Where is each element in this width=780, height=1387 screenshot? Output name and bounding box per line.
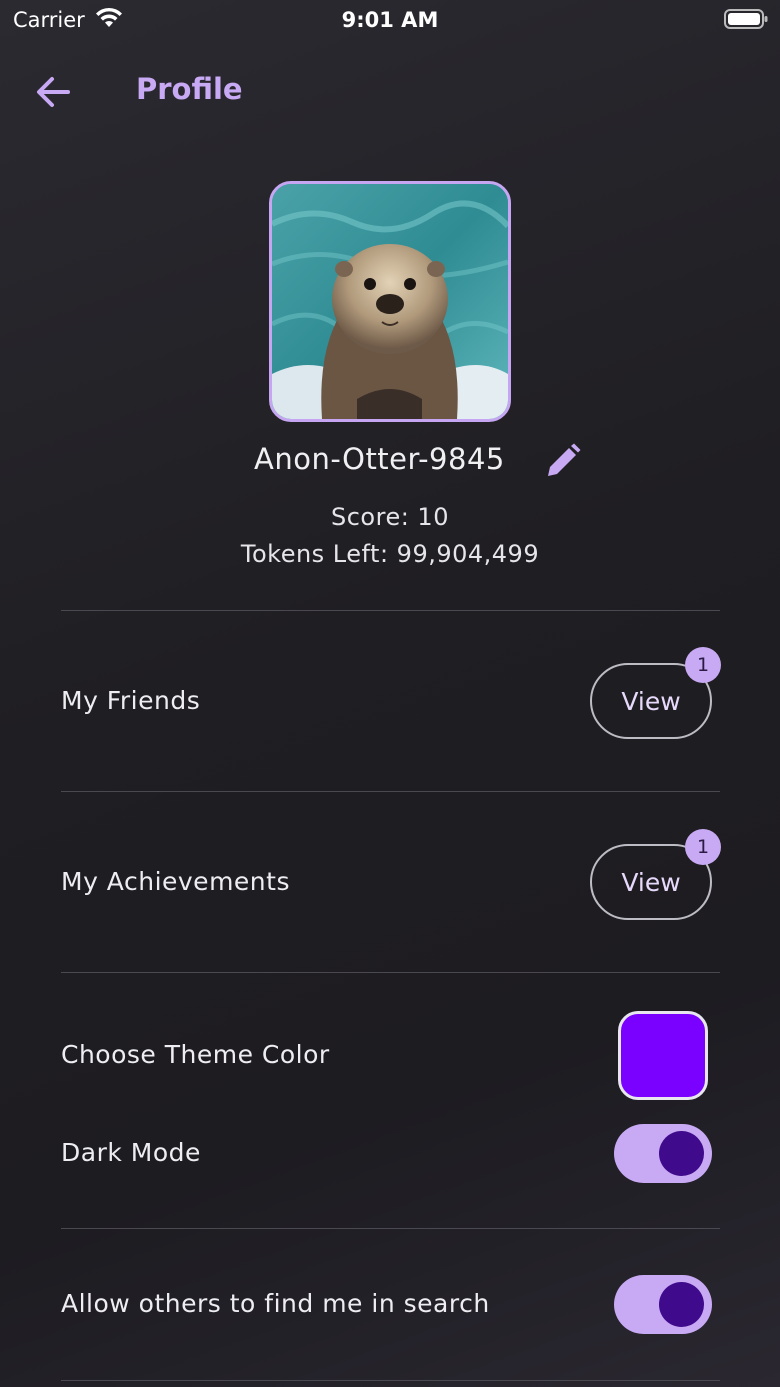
theme-color-swatch[interactable] — [618, 1011, 708, 1100]
page-title: Profile — [136, 72, 243, 106]
friends-label: My Friends — [61, 686, 201, 715]
tokens-text: Tokens Left: 99,904,499 — [240, 540, 540, 568]
divider — [61, 1380, 720, 1381]
pencil-icon[interactable] — [544, 442, 582, 480]
clock: 9:01 AM — [341, 8, 439, 32]
friends-badge: 1 — [685, 647, 721, 683]
username: Anon-Otter-9845 — [254, 442, 505, 476]
divider — [61, 610, 720, 611]
toggle-knob — [659, 1282, 704, 1327]
achievements-label: My Achievements — [61, 867, 290, 896]
achievements-badge: 1 — [685, 829, 721, 865]
score-text: Score: 10 — [331, 503, 449, 531]
toggle-knob — [659, 1131, 704, 1176]
divider — [61, 791, 720, 792]
otter-avatar — [272, 184, 508, 419]
username-row: Anon-Otter-9845 — [0, 440, 780, 484]
avatar[interactable] — [269, 181, 511, 422]
search-visibility-toggle[interactable] — [614, 1275, 712, 1334]
back-button[interactable] — [30, 70, 76, 114]
dark-mode-label: Dark Mode — [61, 1138, 201, 1167]
divider — [61, 1228, 720, 1229]
search-visibility-label: Allow others to find me in search — [61, 1289, 490, 1318]
theme-color-label: Choose Theme Color — [61, 1040, 330, 1069]
battery-icon — [724, 9, 768, 29]
dark-mode-toggle[interactable] — [614, 1124, 712, 1183]
arrow-left-icon — [37, 77, 70, 107]
divider — [61, 972, 720, 973]
status-bar: Carrier 9:01 AM — [0, 0, 780, 44]
